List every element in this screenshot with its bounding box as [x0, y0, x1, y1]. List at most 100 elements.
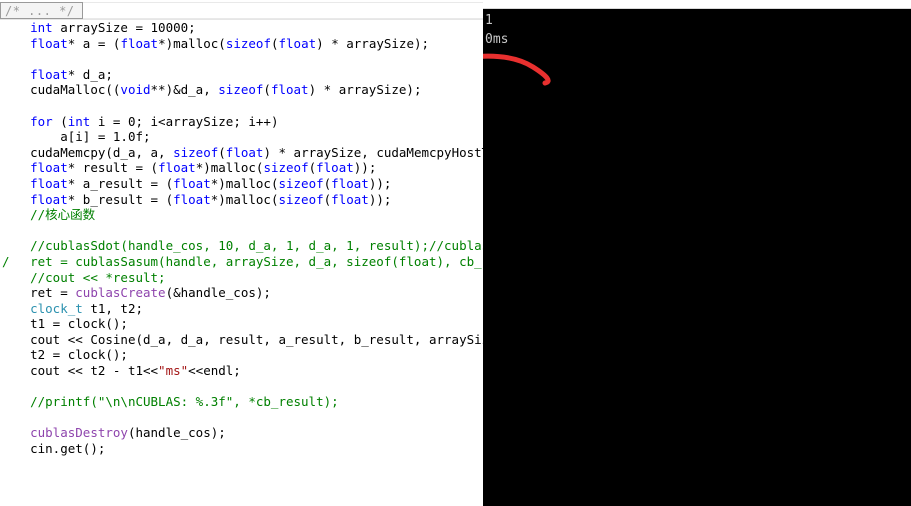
code-token: float — [158, 160, 196, 176]
code-line-text: cudaMemcpy(d_a, a, sizeof(float) * array… — [0, 145, 483, 160]
code-token: * a = ( — [67, 35, 121, 51]
code-token: ) * arraySize); — [316, 35, 430, 51]
code-token: cublasDestroy — [30, 425, 128, 441]
code-token: float — [30, 175, 68, 191]
code-line[interactable]: t1 = clock(); — [0, 316, 483, 332]
code-token: //cublasSdot(handle_cos, 10, d_a, 1, d_a… — [30, 238, 483, 254]
code-line-text: //核心函数 — [0, 207, 95, 222]
code-line[interactable]: //printf("\n\nCUBLAS: %.3f", *cb_result)… — [0, 394, 483, 410]
code-line-text: float* result = (float*)malloc(sizeof(fl… — [0, 160, 376, 175]
code-token: sizeof — [263, 160, 309, 176]
code-line[interactable]: float* a_result = (float*)malloc(sizeof(… — [0, 176, 483, 192]
code-token: ret = cublasSasum(handle, arraySize, d_a… — [30, 253, 483, 269]
code-token: * result = ( — [67, 160, 159, 176]
code-line[interactable]: clock_t t1, t2; — [0, 301, 483, 317]
code-line-text: a[i] = 1.0f; — [0, 129, 151, 145]
code-line[interactable]: //cout << *result; — [0, 270, 483, 286]
code-lines-container[interactable]: int arraySize = 10000; float* a = (float… — [0, 20, 483, 457]
code-line[interactable]: float* d_a; — [0, 67, 483, 83]
code-token: *)malloc( — [195, 160, 264, 176]
code-token: float — [120, 35, 159, 51]
code-token: ) * arraySize); — [308, 82, 422, 98]
code-line[interactable]: //cublasSdot(handle_cos, 10, d_a, 1, d_a… — [0, 238, 483, 254]
code-line-text: float* b_result = (float*)malloc(sizeof(… — [0, 192, 391, 207]
code-token: )); — [368, 191, 392, 207]
code-line[interactable]: cublasDestroy(handle_cos); — [0, 425, 483, 441]
code-token: (handle_cos); — [127, 425, 226, 441]
code-token: //printf("\n\nCUBLAS: %.3f", *cb_result)… — [30, 394, 339, 410]
code-line[interactable]: ret = cublasCreate(&handle_cos); — [0, 285, 483, 301]
code-token: float — [270, 82, 309, 98]
code-line-text: //printf("\n\nCUBLAS: %.3f", *cb_result)… — [0, 394, 339, 409]
code-token: //cout << *result; — [30, 269, 166, 285]
code-line-text: for (int i = 0; i<arraySize; i++) — [0, 114, 278, 129]
code-line[interactable]: float* a = (float*)malloc(sizeof(float) … — [0, 36, 483, 52]
code-token: "ms" — [158, 363, 189, 379]
code-token: a[i] = 1.0f; — [60, 129, 151, 145]
console-output-text: 1 0ms — [485, 13, 509, 47]
code-token: * b_result = ( — [67, 191, 174, 207]
code-line[interactable]: float* b_result = (float*)malloc(sizeof(… — [0, 192, 483, 208]
code-token: cudaMemcpy(d_a, a, — [30, 144, 174, 160]
code-line[interactable]: cout << t2 - t1<<"ms"<<endl; — [0, 363, 483, 379]
code-token: cudaMalloc(( — [30, 82, 121, 98]
code-line-text: cout << Cosine(d_a, d_a, result, a_resul… — [0, 332, 483, 347]
code-token: float — [278, 35, 317, 51]
code-token: int — [67, 113, 91, 129]
code-token: )); — [353, 160, 377, 176]
code-token: float — [173, 175, 211, 191]
code-line[interactable]: cin.get(); — [0, 441, 483, 457]
code-token: )); — [368, 175, 392, 191]
code-line[interactable]: for (int i = 0; i<arraySize; i++) — [0, 114, 483, 130]
code-line[interactable]: float* result = (float*)malloc(sizeof(fl… — [0, 160, 483, 176]
code-line[interactable]: //核心函数 — [0, 207, 483, 223]
code-line-text: ret = cublasCreate(&handle_cos); — [0, 285, 271, 300]
code-line[interactable] — [0, 223, 483, 239]
code-line[interactable]: int arraySize = 10000; — [0, 20, 483, 36]
console-window[interactable]: 1 0ms — [483, 9, 911, 496]
code-token: * d_a; — [67, 66, 113, 82]
code-line[interactable] — [0, 51, 483, 67]
code-line-text: cudaMalloc((void**)&d_a, sizeof(float) *… — [0, 82, 421, 97]
code-line[interactable]: a[i] = 1.0f; — [0, 129, 483, 145]
code-token: ( — [218, 144, 226, 160]
code-line-text: cublasDestroy(handle_cos); — [0, 425, 226, 440]
code-token: sizeof — [173, 144, 219, 160]
code-editor-pane[interactable]: /* ... */ int arraySize = 10000; float* … — [0, 0, 483, 506]
code-line[interactable] — [0, 98, 483, 114]
margin-marker: / — [2, 253, 10, 269]
code-line-text: t1 = clock(); — [0, 316, 128, 331]
code-line-text: //cout << *result; — [0, 269, 166, 285]
code-line[interactable]: cudaMemcpy(d_a, a, sizeof(float) * array… — [0, 145, 483, 161]
code-token: t2 = clock(); — [30, 347, 128, 363]
code-token: int — [30, 20, 53, 35]
code-token: ( — [308, 160, 317, 176]
code-token: cout << t2 - t1<< — [30, 363, 159, 379]
code-token: i = 0; i<arraySize; i++) — [90, 113, 279, 129]
code-token: float — [30, 191, 68, 207]
code-line-text: int arraySize = 10000; — [0, 20, 196, 35]
code-line[interactable] — [0, 410, 483, 426]
code-token: ( — [52, 113, 68, 129]
code-token: arraySize = 10000; — [52, 20, 196, 35]
code-line[interactable]: cout << Cosine(d_a, d_a, result, a_resul… — [0, 332, 483, 348]
code-line[interactable]: / ret = cublasSasum(handle, arraySize, d… — [0, 254, 483, 270]
collapsed-region-tab[interactable]: /* ... */ — [0, 2, 83, 19]
code-line[interactable]: t2 = clock(); — [0, 347, 483, 363]
code-token: **)&d_a, — [150, 82, 219, 98]
console-bottom-fill — [483, 496, 911, 506]
code-line[interactable] — [0, 379, 483, 395]
code-token: float — [30, 35, 68, 51]
code-token: float — [331, 175, 369, 191]
code-line-text: float* d_a; — [0, 67, 113, 82]
code-token: (&handle_cos); — [165, 285, 271, 301]
collapsed-region-row — [62, 2, 483, 19]
code-token: float — [30, 160, 68, 176]
code-token: for — [30, 113, 53, 129]
code-token: void — [120, 82, 151, 98]
code-token: //核心函数 — [30, 207, 96, 223]
code-token: sizeof — [278, 175, 324, 191]
code-token: float — [316, 160, 354, 176]
code-token: float — [225, 144, 264, 160]
code-line[interactable]: cudaMalloc((void**)&d_a, sizeof(float) *… — [0, 82, 483, 98]
